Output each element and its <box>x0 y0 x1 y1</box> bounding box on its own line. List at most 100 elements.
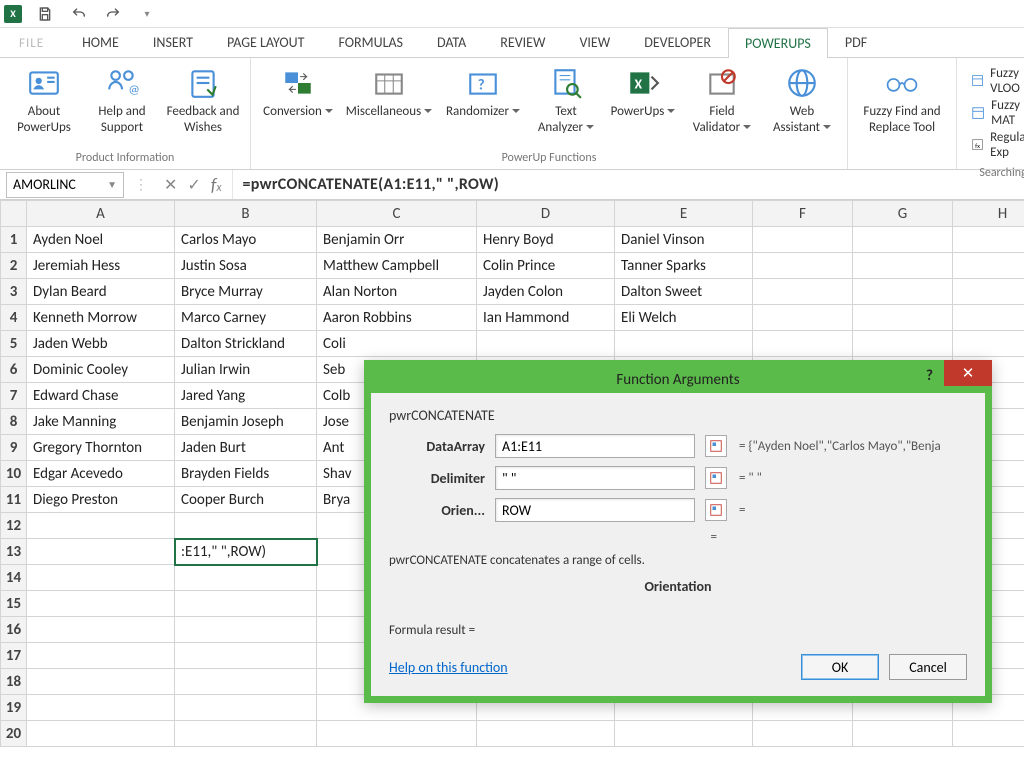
row-header[interactable]: 9 <box>1 435 27 461</box>
row-header[interactable]: 8 <box>1 409 27 435</box>
cell[interactable] <box>953 305 1024 331</box>
column-header[interactable]: B <box>175 201 317 227</box>
miscellaneous-button[interactable]: Miscellaneous <box>343 62 435 149</box>
cell[interactable]: Dalton Sweet <box>615 279 753 305</box>
cell[interactable] <box>175 669 317 695</box>
row-header[interactable]: 3 <box>1 279 27 305</box>
cell[interactable]: Justin Sosa <box>175 253 317 279</box>
cell[interactable] <box>953 253 1024 279</box>
row-header[interactable]: 7 <box>1 383 27 409</box>
tab-insert[interactable]: INSERT <box>136 27 210 57</box>
insert-function-icon[interactable]: fx <box>211 174 222 196</box>
cell[interactable]: Benjamin Joseph <box>175 409 317 435</box>
cancel-button[interactable]: Cancel <box>889 654 967 680</box>
cell[interactable]: Kenneth Morrow <box>27 305 175 331</box>
cell[interactable] <box>175 591 317 617</box>
cell[interactable] <box>27 617 175 643</box>
cell[interactable] <box>27 539 175 565</box>
cell[interactable] <box>853 721 953 747</box>
cell[interactable] <box>853 331 953 357</box>
dialog-help-icon[interactable]: ? <box>926 367 933 385</box>
column-header[interactable]: F <box>753 201 853 227</box>
column-header[interactable]: G <box>853 201 953 227</box>
web-assistant-button[interactable]: Web Assistant <box>765 62 839 149</box>
row-header[interactable]: 11 <box>1 487 27 513</box>
cell[interactable] <box>853 253 953 279</box>
conversion-button[interactable]: Conversion <box>259 62 337 149</box>
column-header[interactable]: D <box>477 201 615 227</box>
cell[interactable]: Alan Norton <box>317 279 477 305</box>
undo-icon[interactable] <box>68 3 90 25</box>
cell[interactable]: Brayden Fields <box>175 461 317 487</box>
regular-exp-button[interactable]: fx Regular Exp <box>971 130 1024 160</box>
row-header[interactable]: 6 <box>1 357 27 383</box>
cell[interactable]: Jared Yang <box>175 383 317 409</box>
cell[interactable]: Jeremiah Hess <box>27 253 175 279</box>
cell[interactable] <box>175 721 317 747</box>
column-header[interactable]: H <box>953 201 1024 227</box>
row-header[interactable]: 12 <box>1 513 27 539</box>
cell[interactable] <box>477 721 615 747</box>
help-support-button[interactable]: @ Help and Support <box>86 62 158 149</box>
row-header[interactable]: 16 <box>1 617 27 643</box>
range-select-icon[interactable] <box>705 499 727 521</box>
dataarray-input[interactable] <box>495 434 695 458</box>
cell[interactable]: Aaron Robbins <box>317 305 477 331</box>
cell[interactable] <box>27 591 175 617</box>
qat-customize-icon[interactable]: ▾ <box>136 3 158 25</box>
cell[interactable]: Marco Carney <box>175 305 317 331</box>
select-all-corner[interactable] <box>1 201 27 227</box>
cell[interactable] <box>175 617 317 643</box>
tab-developer[interactable]: DEVELOPER <box>627 27 728 57</box>
cell[interactable] <box>175 565 317 591</box>
tab-view[interactable]: VIEW <box>562 27 627 57</box>
cell[interactable] <box>953 721 1024 747</box>
cell[interactable]: Henry Boyd <box>477 227 615 253</box>
row-header[interactable]: 13 <box>1 539 27 565</box>
cell[interactable] <box>477 331 615 357</box>
cell[interactable]: Jake Manning <box>27 409 175 435</box>
tab-powerups[interactable]: POWERUPS <box>728 28 828 58</box>
cell[interactable] <box>27 565 175 591</box>
cell[interactable]: Julian Irwin <box>175 357 317 383</box>
cell[interactable]: Edward Chase <box>27 383 175 409</box>
cell[interactable]: Dalton Strickland <box>175 331 317 357</box>
cell[interactable] <box>615 331 753 357</box>
enter-formula-icon[interactable]: ✓ <box>187 175 200 195</box>
ok-button[interactable]: OK <box>801 654 879 680</box>
name-box[interactable]: AMORLINC ▼ <box>6 172 124 198</box>
powerups-button[interactable]: X PowerUps <box>607 62 679 149</box>
row-header[interactable]: 10 <box>1 461 27 487</box>
cell[interactable] <box>753 253 853 279</box>
cell[interactable]: Eli Welch <box>615 305 753 331</box>
row-header[interactable]: 20 <box>1 721 27 747</box>
cell[interactable] <box>27 513 175 539</box>
cell[interactable]: Ayden Noel <box>27 227 175 253</box>
fuzzy-match-button[interactable]: Fuzzy MAT <box>971 98 1024 128</box>
text-analyzer-button[interactable]: Text Analyzer <box>531 62 601 149</box>
cell[interactable]: :E11," ",ROW) <box>175 539 317 565</box>
range-select-icon[interactable] <box>705 435 727 457</box>
cell[interactable]: Jaden Burt <box>175 435 317 461</box>
row-header[interactable]: 19 <box>1 695 27 721</box>
cell[interactable] <box>175 513 317 539</box>
cell[interactable]: Cooper Burch <box>175 487 317 513</box>
cell[interactable]: Coli <box>317 331 477 357</box>
row-header[interactable]: 5 <box>1 331 27 357</box>
cell[interactable] <box>953 331 1024 357</box>
row-header[interactable]: 4 <box>1 305 27 331</box>
column-header[interactable]: A <box>27 201 175 227</box>
cell[interactable] <box>27 643 175 669</box>
cell[interactable] <box>953 227 1024 253</box>
tab-file[interactable]: FILE <box>4 29 59 57</box>
cell[interactable] <box>317 721 477 747</box>
randomizer-button[interactable]: ? Randomizer <box>441 62 525 149</box>
cell[interactable] <box>175 695 317 721</box>
cell[interactable]: Gregory Thornton <box>27 435 175 461</box>
tab-review[interactable]: REVIEW <box>483 27 562 57</box>
range-select-icon[interactable] <box>705 467 727 489</box>
tab-home[interactable]: HOME <box>65 27 136 57</box>
tab-formulas[interactable]: FORMULAS <box>321 27 420 57</box>
tab-page-layout[interactable]: PAGE LAYOUT <box>210 27 321 57</box>
cell[interactable] <box>753 331 853 357</box>
